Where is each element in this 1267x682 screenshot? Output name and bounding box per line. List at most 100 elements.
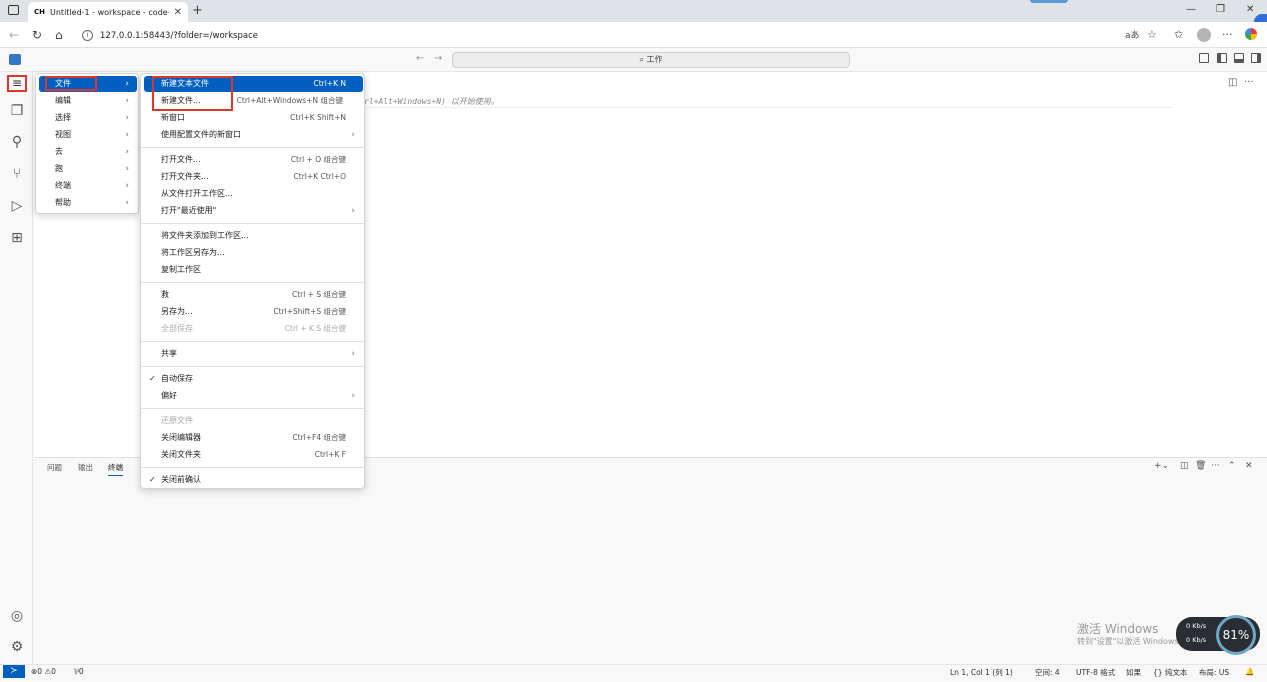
chevron-right-icon: › <box>125 164 129 174</box>
menu-separator <box>141 282 364 283</box>
application-menu-button[interactable]: ≡ <box>7 75 27 92</box>
cpu-percent-ring: 81% <box>1216 615 1256 655</box>
chevron-right-icon: › <box>351 130 355 140</box>
language-mode[interactable]: {} 纯文本 <box>1153 667 1187 678</box>
maximize-button[interactable]: ❐ <box>1216 4 1225 15</box>
toggle-sidebar-icon[interactable] <box>1217 53 1227 63</box>
vscode-logo-icon <box>9 54 21 65</box>
panel-tab-output[interactable]: 输出 <box>78 462 93 473</box>
menu-close-editor[interactable]: 关闭编辑器 Ctrl+F4 组合键 <box>144 430 363 446</box>
tab-title: Untitled-1 - workspace - code-se <box>50 7 169 17</box>
explorer-icon[interactable]: ❐ <box>8 102 26 120</box>
copilot-indicator <box>1030 0 1068 3</box>
copilot-icon[interactable] <box>1245 28 1257 40</box>
run-debug-icon[interactable]: ▷ <box>8 197 26 215</box>
site-info-icon[interactable]: i <box>82 30 93 41</box>
menu-item-help[interactable]: 帮助 › <box>39 195 137 211</box>
menu-close-folder[interactable]: 关闭文件夹 Ctrl+K F <box>144 447 363 463</box>
indentation-status[interactable]: 空间: 4 <box>1035 667 1060 678</box>
menu-auto-save[interactable]: ✓ 自动保存 <box>144 371 363 387</box>
menu-open-workspace[interactable]: 从文件打开工作区... <box>144 186 363 202</box>
editor-more-icon[interactable]: ··· <box>1244 77 1254 88</box>
tab-close-icon[interactable]: ✕ <box>174 7 182 18</box>
menu-duplicate-workspace[interactable]: 复制工作区 <box>144 262 363 278</box>
split-editor-icon[interactable]: ◫ <box>1228 77 1237 88</box>
manage-gear-icon[interactable]: ⚙ <box>8 638 26 656</box>
command-center-search[interactable]: ⌕ 工作 <box>452 52 850 68</box>
translate-icon[interactable]: aあ <box>1125 28 1140 41</box>
menu-item-label: 另存为... <box>161 307 193 316</box>
menu-save[interactable]: 救 Ctrl + S 组合键 <box>144 287 363 303</box>
url-text[interactable]: 127.0.0.1:58443/?folder=/workspace <box>100 31 258 41</box>
favorites-icon[interactable]: ✩ <box>1174 28 1183 41</box>
panel-tab-terminal[interactable]: 终端 <box>108 462 123 476</box>
menu-item-shortcut: Ctrl+K N <box>313 79 346 88</box>
menu-item-label: 复制工作区 <box>161 265 201 274</box>
notifications-bell-icon[interactable]: 🔔 <box>1245 667 1254 676</box>
menu-confirm-before-close[interactable]: ✓ 关闭前确认 <box>144 472 363 488</box>
menu-item-selection[interactable]: 选择 › <box>39 110 137 126</box>
menu-open-recent[interactable]: 打开"最近使用" › <box>144 203 363 219</box>
extensions-icon[interactable]: ⊞ <box>8 229 26 247</box>
cursor-position[interactable]: Ln 1, Col 1 (列 1) <box>950 667 1013 678</box>
menu-save-as[interactable]: 另存为... Ctrl+Shift+S 组合键 <box>144 304 363 320</box>
toggle-secondary-sidebar-icon[interactable] <box>1251 53 1261 63</box>
menu-item-label: 使用配置文件的新窗口 <box>161 130 241 139</box>
new-terminal-icon[interactable]: +⌄ <box>1154 461 1169 471</box>
customize-layout-icon[interactable] <box>1199 53 1209 63</box>
chevron-right-icon: › <box>125 113 129 123</box>
close-window-button[interactable]: ✕ <box>1246 4 1254 15</box>
tab-actions-icon[interactable] <box>8 5 19 15</box>
menu-item-go[interactable]: 去 › <box>39 144 137 160</box>
minimize-button[interactable]: — <box>1186 4 1196 15</box>
menu-add-folder-workspace[interactable]: 将文件夹添加到工作区... <box>144 228 363 244</box>
split-terminal-icon[interactable]: ◫ <box>1180 461 1189 471</box>
kill-terminal-icon[interactable]: 🗑 <box>1195 461 1206 471</box>
menu-preferences[interactable]: 偏好 › <box>144 388 363 404</box>
back-icon[interactable]: ← <box>9 28 19 42</box>
menu-item-edit[interactable]: 编辑 › <box>39 93 137 109</box>
nav-forward-icon[interactable]: → <box>434 53 442 64</box>
remote-indicator[interactable]: ≻ <box>3 665 25 678</box>
menu-item-label: 新窗口 <box>161 113 185 122</box>
refresh-icon[interactable]: ↻ <box>32 28 42 42</box>
browser-tab[interactable]: CH Untitled-1 - workspace - code-se ✕ <box>28 2 188 22</box>
encoding-status[interactable]: UTF-8 格式 <box>1076 667 1115 678</box>
eol-status[interactable]: 如果 <box>1126 667 1141 678</box>
favorite-star-icon[interactable]: ☆ <box>1147 28 1157 41</box>
menu-item-shortcut: Ctrl + S 组合键 <box>291 290 346 299</box>
chevron-right-icon: › <box>125 96 129 106</box>
menu-open-folder[interactable]: 打开文件夹... Ctrl+K Ctrl+O <box>144 169 363 185</box>
close-panel-icon[interactable]: ✕ <box>1245 461 1253 471</box>
menu-item-terminal[interactable]: 终端 › <box>39 178 137 194</box>
menu-open-file[interactable]: 打开文件... Ctrl + O 组合键 <box>144 152 363 168</box>
keyboard-layout[interactable]: 布局: US <box>1199 667 1229 678</box>
profile-avatar[interactable] <box>1197 28 1211 42</box>
nav-back-icon[interactable]: ← <box>416 53 424 64</box>
menu-save-all[interactable]: 全部保存 Ctrl + K S 组合键 <box>144 321 363 337</box>
tab-favicon: CH <box>34 8 45 16</box>
source-control-icon[interactable]: ⑂ <box>8 165 26 183</box>
chevron-right-icon: › <box>351 349 355 359</box>
panel-tab-problems[interactable]: 问题 <box>47 462 62 473</box>
home-icon[interactable]: ⌂ <box>55 28 63 42</box>
ports-status[interactable]: ⅌0 <box>74 667 84 677</box>
menu-new-window-profile[interactable]: 使用配置文件的新窗口 › <box>144 127 363 143</box>
menu-item-label: 帮助 <box>55 198 71 207</box>
problems-status[interactable]: ⊗0 ⚠0 <box>31 667 56 676</box>
new-tab-button[interactable]: + <box>192 3 203 18</box>
accounts-icon[interactable]: ◎ <box>8 607 26 625</box>
menu-item-run[interactable]: 跑 › <box>39 161 137 177</box>
menu-new-window[interactable]: 新窗口 Ctrl+K Shift+N <box>144 110 363 126</box>
toggle-panel-icon[interactable] <box>1234 53 1244 63</box>
menu-item-view[interactable]: 视图 › <box>39 127 137 143</box>
menu-save-workspace-as[interactable]: 将工作区另存为... <box>144 245 363 261</box>
panel-more-icon[interactable]: ··· <box>1211 461 1220 471</box>
more-icon[interactable]: ··· <box>1222 28 1233 41</box>
maximize-panel-icon[interactable]: ⌃ <box>1228 461 1236 471</box>
search-icon[interactable]: ⚲ <box>8 133 26 151</box>
menu-item-shortcut: Ctrl+K Ctrl+O <box>293 172 346 181</box>
checkmark-icon: ✓ <box>149 475 156 484</box>
menu-share[interactable]: 共享 › <box>144 346 363 362</box>
menu-revert-file[interactable]: 还原文件 <box>144 413 363 429</box>
